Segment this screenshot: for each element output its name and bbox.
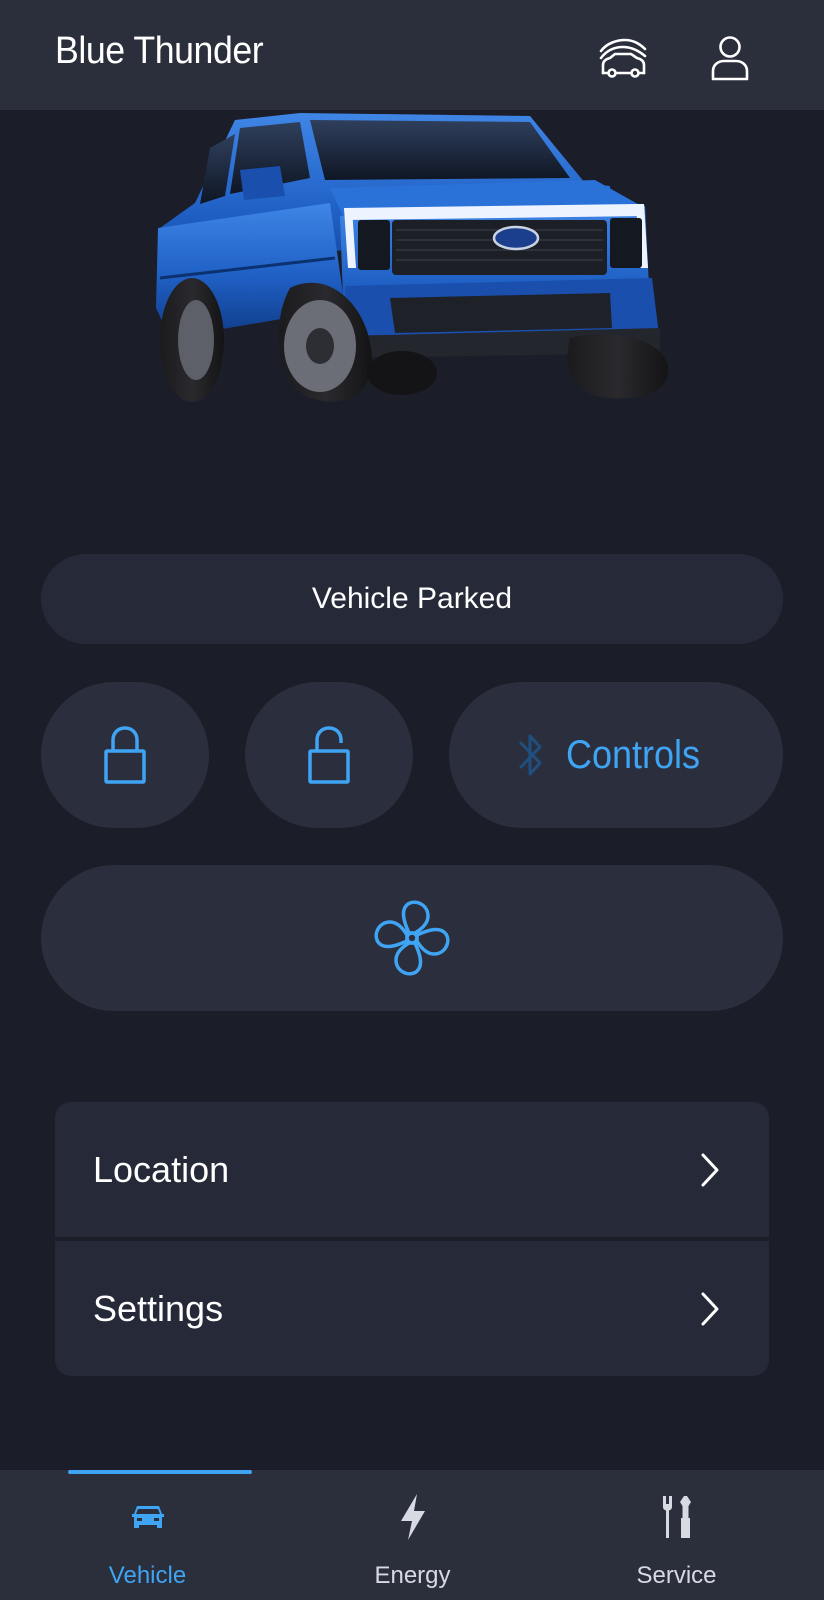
nav-tab-vehicle[interactable]: Vehicle: [10, 1470, 285, 1600]
menu-item-settings[interactable]: Settings: [55, 1241, 769, 1376]
unlock-button[interactable]: [245, 682, 413, 828]
climate-button[interactable]: [41, 865, 783, 1011]
controls-label: Controls: [565, 732, 700, 777]
nav-label-vehicle: Vehicle: [108, 1562, 187, 1589]
nav-label-energy: Energy: [374, 1562, 451, 1589]
bottom-navigation: Vehicle Energy Service: [0, 1470, 824, 1600]
menu-item-label: Settings: [93, 1287, 224, 1329]
vehicle-garage-icon: [599, 38, 647, 78]
controls-button[interactable]: Controls: [449, 682, 783, 828]
app-header: Blue Thunder: [0, 0, 824, 110]
unlock-icon: [308, 726, 350, 784]
fan-icon: [374, 900, 450, 976]
lightning-icon: [400, 1494, 425, 1540]
lock-icon: [104, 726, 146, 784]
vehicle-status-text: Vehicle Parked: [311, 582, 513, 615]
chevron-right-icon: [701, 1292, 719, 1325]
nav-label-service: Service: [636, 1562, 717, 1589]
bluetooth-icon: [519, 734, 542, 776]
user-profile-icon: [711, 36, 749, 81]
profile-button[interactable]: [702, 30, 758, 86]
vehicle-garage-button[interactable]: [595, 30, 651, 86]
menu-item-location[interactable]: Location: [55, 1102, 769, 1237]
active-tab-indicator: [68, 1470, 252, 1474]
vehicle-status-pill: Vehicle Parked: [41, 554, 783, 644]
lock-button[interactable]: [41, 682, 209, 828]
chevron-right-icon: [701, 1153, 719, 1186]
vehicle-menu-list: Location Settings: [55, 1102, 769, 1376]
nav-tab-energy[interactable]: Energy: [275, 1470, 550, 1600]
menu-item-label: Location: [93, 1148, 230, 1190]
vehicle-name-title: Blue Thunder: [55, 30, 264, 72]
vehicle-image: [156, 113, 669, 402]
tools-icon: [662, 1496, 691, 1538]
nav-tab-service[interactable]: Service: [539, 1470, 814, 1600]
car-icon: [131, 1506, 164, 1528]
